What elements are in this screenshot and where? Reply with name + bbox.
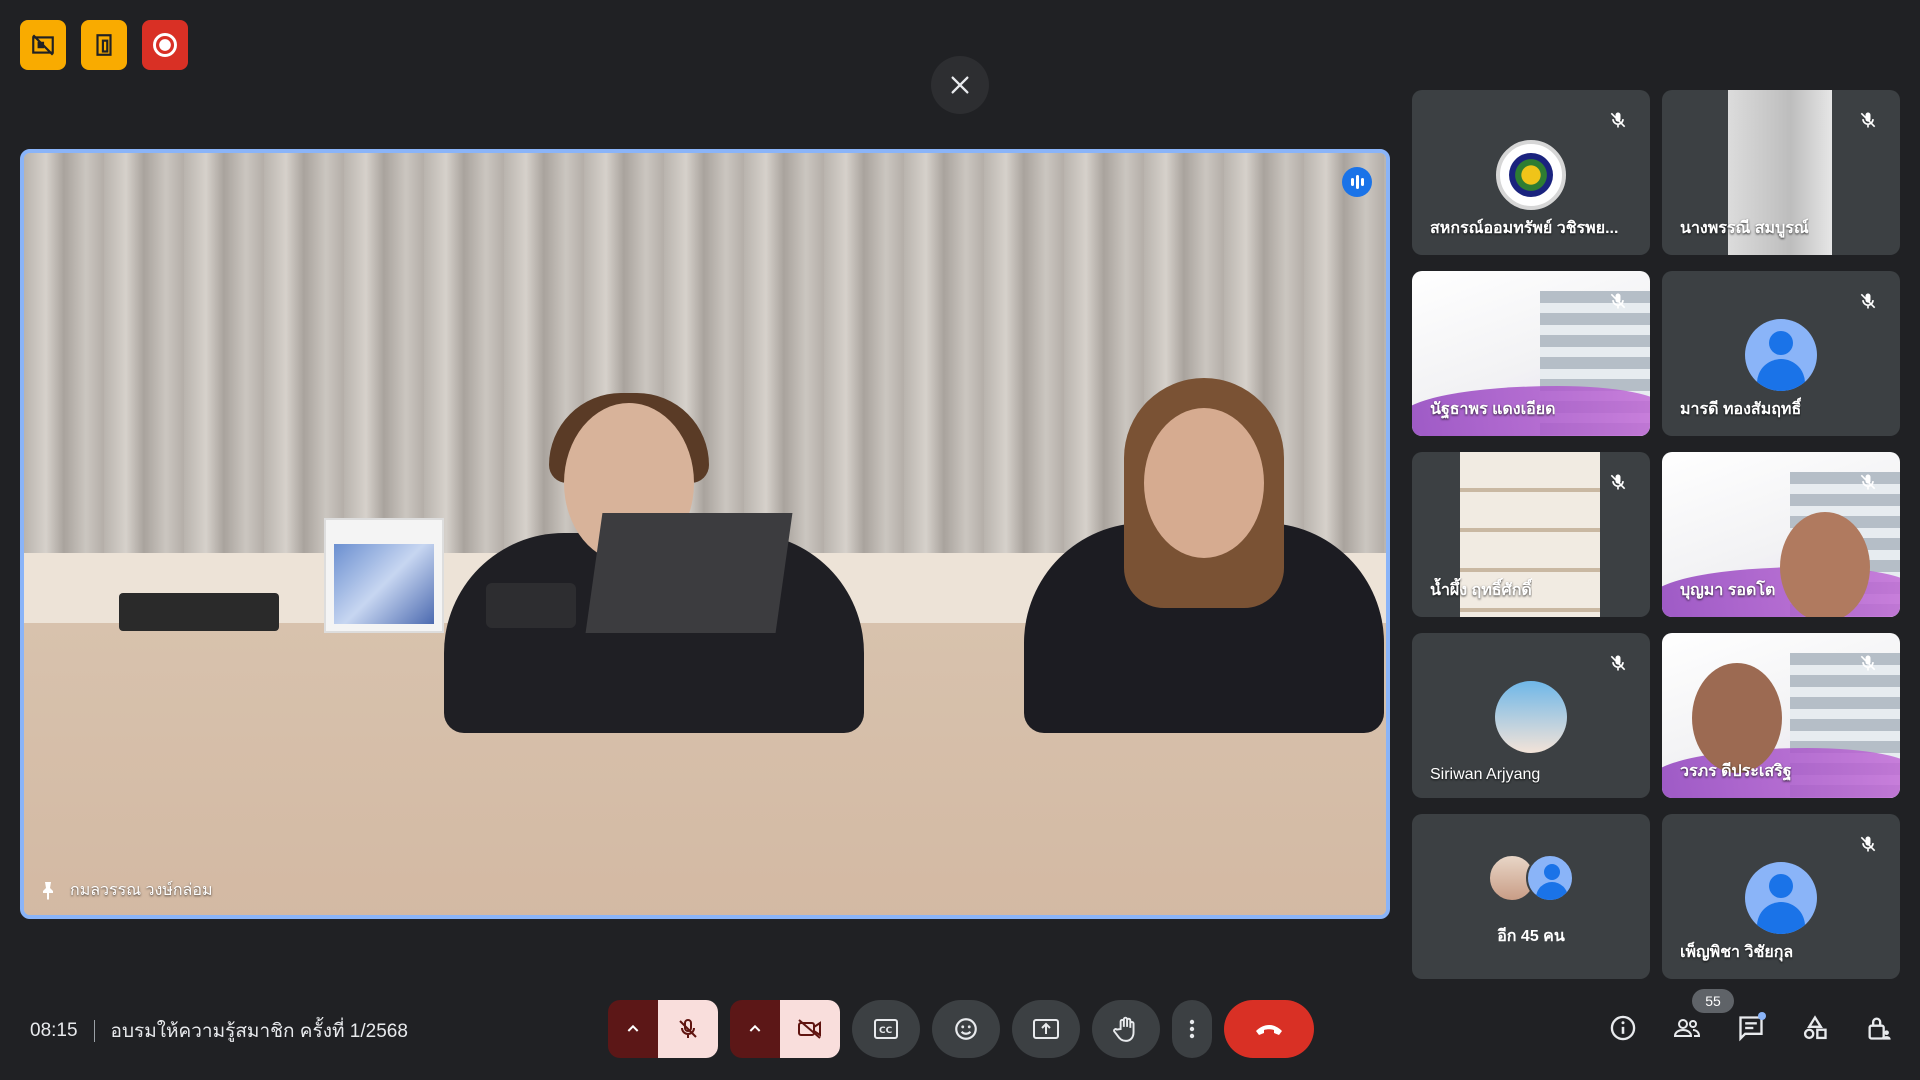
avatar — [1495, 681, 1567, 753]
participant-tile[interactable]: นางพรรณี สมบูรณ์ — [1662, 90, 1900, 255]
participant-face — [1780, 512, 1870, 617]
desk-device — [119, 593, 279, 631]
chevron-up-icon — [627, 1024, 639, 1032]
divider — [93, 1020, 95, 1042]
mic-control-group — [608, 1000, 718, 1058]
mic-off-icon — [1606, 470, 1630, 494]
camera-toggle-button[interactable] — [780, 1000, 840, 1058]
meet-window: กมลวรรณ วงษ์กล่อม สหกรณ์ออมทรัพย์ วชิรพย… — [0, 0, 1920, 1080]
participant-tile[interactable]: นัฐธาพร แดงเอียด — [1412, 271, 1650, 436]
audio-options-button[interactable] — [608, 1000, 658, 1058]
chevron-up-icon — [749, 1024, 761, 1032]
main-speaker-video[interactable]: กมลวรรณ วงษ์กล่อม — [20, 149, 1390, 919]
participant-name: Siriwan Arjyang — [1430, 766, 1541, 783]
more-options-button[interactable] — [1172, 1000, 1212, 1058]
mic-off-icon — [1856, 289, 1880, 313]
meeting-time: 08:15 — [30, 1020, 78, 1041]
people-button[interactable] — [1670, 1010, 1704, 1046]
participant-tile[interactable]: เพ็ญพิชา วิชัยกุล — [1662, 814, 1900, 979]
second-person-head — [1144, 408, 1264, 558]
captions-button[interactable]: CC — [852, 1000, 920, 1058]
participant-tiles: สหกรณ์ออมทรัพย์ วชิรพย... นางพรรณี สมบูร… — [1412, 90, 1900, 979]
participant-tile[interactable]: Siriwan Arjyang — [1412, 633, 1650, 798]
info-icon — [1610, 1015, 1636, 1041]
mic-off-icon — [1856, 470, 1880, 494]
speaker-name: กมลวรรณ วงษ์กล่อม — [70, 882, 213, 899]
participant-tile[interactable]: มารดี ทองสัมฤทธิ์ — [1662, 271, 1900, 436]
desk-calendar — [324, 518, 444, 633]
lock-person-icon — [1868, 1017, 1891, 1040]
captions-icon: CC — [874, 1019, 898, 1039]
chat-button[interactable] — [1734, 1010, 1768, 1046]
close-icon — [951, 76, 969, 94]
svg-text:CC: CC — [879, 1026, 893, 1036]
present-icon — [1033, 1019, 1059, 1039]
microphone-base — [486, 583, 576, 628]
mic-off-icon — [1606, 108, 1630, 132]
participant-name: นัฐธาพร แดงเอียด — [1430, 401, 1556, 418]
participant-tile[interactable]: น้ำผึ้ง ฤทธิ์ศักดิ์ — [1412, 452, 1650, 617]
cooperative-logo — [1496, 140, 1566, 210]
speaking-indicator — [1342, 167, 1372, 197]
mic-off-icon — [1856, 651, 1880, 675]
participant-tile[interactable]: วรภร ดีประเสริฐ — [1662, 633, 1900, 798]
side-panel-controls — [1606, 1010, 1896, 1046]
mic-toggle-button[interactable] — [658, 1000, 718, 1058]
call-controls: CC — [608, 1000, 1314, 1058]
participant-name: น้ำผึ้ง ฤทธิ์ศักดิ์ — [1430, 582, 1532, 599]
camera-off-icon — [798, 1019, 821, 1039]
mic-off-icon — [679, 1019, 697, 1038]
participant-name: มารดี ทองสัมฤทธิ์ — [1680, 401, 1802, 418]
leave-call-button[interactable] — [1224, 1000, 1314, 1058]
more-vert-icon — [1189, 1019, 1195, 1039]
people-icon — [1673, 1019, 1701, 1037]
raise-hand-button[interactable] — [1092, 1000, 1160, 1058]
activities-button[interactable] — [1798, 1010, 1832, 1046]
participant-name: วรภร ดีประเสริฐ — [1680, 763, 1792, 780]
participant-name: เพ็ญพิชา วิชัยกุล — [1680, 944, 1794, 961]
host-controls-button[interactable] — [1862, 1010, 1896, 1046]
more-avatars — [1488, 854, 1574, 902]
participant-name: บุญมา รอดโต — [1680, 582, 1776, 599]
more-participants-label: อีก 45 คน — [1497, 928, 1565, 945]
participant-tile[interactable]: บุญมา รอดโต — [1662, 452, 1900, 617]
emoji-button[interactable] — [932, 1000, 1000, 1058]
emoji-icon — [955, 1018, 977, 1040]
unread-dot — [1758, 1012, 1766, 1020]
recording-icon — [153, 33, 177, 57]
avatar — [1526, 854, 1574, 902]
avatar — [1745, 862, 1817, 934]
video-options-button[interactable] — [730, 1000, 780, 1058]
avatar — [1745, 319, 1817, 391]
host-management-badge[interactable] — [81, 20, 127, 70]
camera-control-group — [730, 1000, 840, 1058]
tablet — [585, 513, 793, 633]
mic-off-icon — [1856, 108, 1880, 132]
activities-icon — [1803, 1015, 1827, 1040]
participant-name: สหกรณ์ออมทรัพย์ วชิรพย... — [1430, 220, 1619, 237]
more-participants-tile[interactable]: อีก 45 คน — [1412, 814, 1650, 979]
meeting-details-button[interactable] — [1606, 1010, 1640, 1046]
mic-off-icon — [1606, 651, 1630, 675]
participant-tile[interactable]: สหกรณ์ออมทรัพย์ วชิรพย... — [1412, 90, 1650, 255]
pin-icon[interactable] — [36, 879, 60, 903]
meeting-title: อบรมให้ความรู้สมาชิก ครั้งที่ 1/2568 — [110, 1021, 408, 1042]
call-end-icon — [1256, 1025, 1282, 1035]
sharing-locked-badge[interactable] — [20, 20, 66, 70]
mic-off-icon — [1606, 289, 1630, 313]
present-button[interactable] — [1012, 1000, 1080, 1058]
host-controls-badges — [20, 20, 188, 70]
mic-off-icon — [1856, 832, 1880, 856]
hand-icon — [1113, 1016, 1135, 1042]
meeting-info: 08:15 อบรมให้ความรู้สมาชิก ครั้งที่ 1/25… — [30, 1016, 408, 1046]
recording-badge[interactable] — [142, 20, 188, 70]
close-button[interactable] — [931, 56, 989, 114]
participant-name: นางพรรณี สมบูรณ์ — [1680, 220, 1809, 237]
no-video-sharing-icon — [32, 34, 54, 56]
door-icon — [96, 34, 112, 56]
stage-name-tag: กมลวรรณ วงษ์กล่อม — [36, 878, 213, 903]
participant-face — [1692, 663, 1782, 773]
